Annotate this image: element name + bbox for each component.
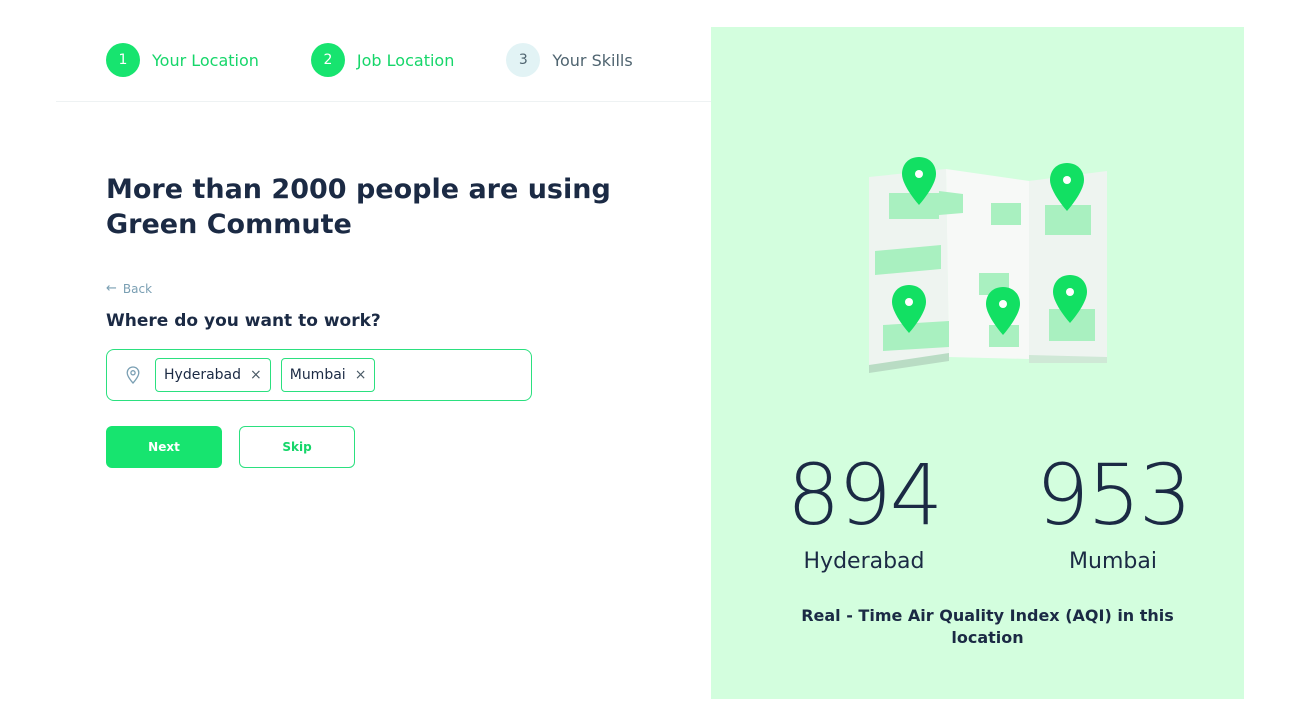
aqi-card-mumbai: 953 Mumbai [1013,445,1213,574]
close-icon[interactable]: × [250,367,262,383]
page-title: More than 2000 people are using Green Co… [106,174,611,240]
progress-stepper: 1 Your Location 2 Job Location 3 Your Sk… [106,43,685,77]
next-button[interactable]: Next [106,426,222,468]
step-your-location[interactable]: 1 Your Location [106,43,259,77]
step-number: 2 [310,43,345,77]
step-number: 1 [106,43,140,77]
aqi-city: Hyderabad [803,549,925,574]
aqi-card-hyderabad: 894 Hyderabad [764,445,964,574]
step-your-skills[interactable]: 3 Your Skills [506,43,633,77]
location-chip[interactable]: Mumbai × [280,358,376,392]
location-pin-icon [125,365,141,385]
aqi-city: Mumbai [1069,549,1157,574]
step-label: Your Skills [552,50,633,70]
chip-label: Hyderabad [164,367,241,383]
arrow-left-icon: ← [106,281,117,296]
step-number: 3 [506,43,541,77]
chip-label: Mumbai [289,367,346,383]
aqi-panel: 894 Hyderabad 953 Mumbai Real - Time Air… [711,27,1244,699]
header-divider [56,101,711,102]
location-chip[interactable]: Hyderabad × [155,358,271,392]
step-job-location[interactable]: 2 Job Location [310,43,455,77]
skip-button[interactable]: Skip [239,426,355,468]
back-label: Back [122,281,153,296]
step-label: Job Location [356,50,455,70]
aqi-value: 953 [1035,446,1192,544]
aqi-caption: Real - Time Air Quality Index (AQI) in t… [801,606,1174,647]
back-link[interactable]: ← Back [106,281,152,296]
map-with-pins-icon [861,147,1121,377]
aqi-value: 894 [786,446,943,544]
job-location-input[interactable]: Hyderabad × Mumbai × [106,349,532,401]
question-label: Where do you want to work? [106,311,381,331]
step-label: Your Location [152,50,259,70]
close-icon[interactable]: × [355,367,367,383]
